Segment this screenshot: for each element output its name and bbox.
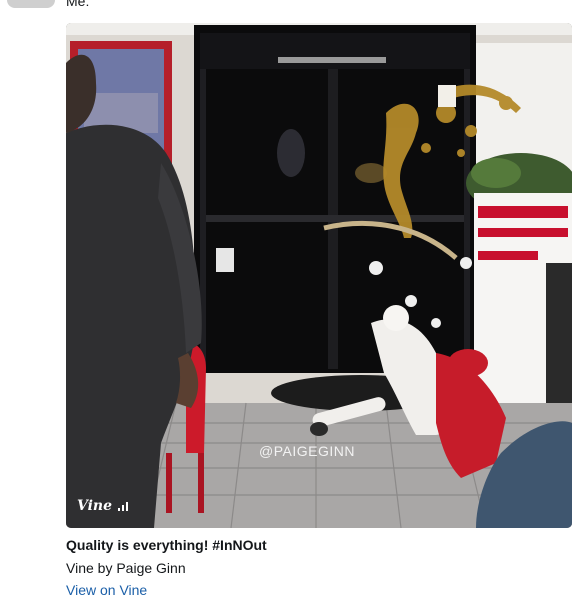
signal-icon xyxy=(118,501,129,511)
view-on-vine-link[interactable]: View on Vine xyxy=(66,582,147,598)
card-title[interactable]: Quality is everything! #InNOut xyxy=(66,537,267,553)
watermark-text: @PAIGEGINN xyxy=(259,443,355,459)
vine-logo-label: Vine xyxy=(77,498,113,514)
vine-badge[interactable]: Vine xyxy=(77,498,129,514)
video-player[interactable]: @PAIGEGINN Vine xyxy=(66,23,572,528)
card-description: Vine by Paige Ginn xyxy=(66,560,186,576)
avatar[interactable] xyxy=(7,0,55,8)
tweet-text: Me: xyxy=(66,0,90,9)
